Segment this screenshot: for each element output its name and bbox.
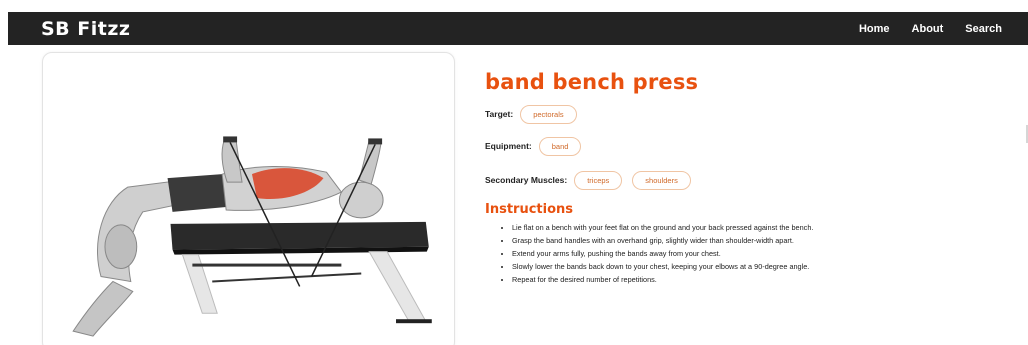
- instruction-step: Lie flat on a bench with your feet flat …: [512, 221, 1015, 234]
- nav-link-home[interactable]: Home: [859, 23, 890, 35]
- secondary-muscle-chip-triceps[interactable]: triceps: [574, 170, 623, 190]
- secondary-muscles-label: Secondary Muscles:: [485, 175, 568, 185]
- exercise-illustration-icon: [72, 136, 432, 337]
- nav-link-search[interactable]: Search: [965, 23, 1002, 35]
- instruction-step: Repeat for the desired number of repetit…: [512, 273, 1015, 286]
- secondary-muscles-row: Secondary Muscles: triceps shoulders: [485, 170, 1015, 190]
- target-row: Target: pectorals: [485, 104, 1015, 124]
- exercise-details: band bench press Target: pectorals Equip…: [485, 70, 1015, 286]
- target-chip[interactable]: pectorals: [520, 104, 577, 124]
- brand-logo[interactable]: SB Fitzz: [41, 18, 130, 40]
- nav-link-about[interactable]: About: [912, 23, 944, 35]
- equipment-row: Equipment: band: [485, 136, 1015, 156]
- secondary-muscle-chip-shoulders[interactable]: shoulders: [632, 170, 691, 190]
- exercise-title: band bench press: [485, 70, 699, 94]
- navbar: SB Fitzz Home About Search: [8, 12, 1028, 45]
- instructions-heading: Instructions: [485, 202, 574, 217]
- instruction-step: Slowly lower the bands back down to your…: [512, 260, 1015, 273]
- instructions-list: Lie flat on a bench with your feet flat …: [485, 221, 1015, 286]
- target-label: Target:: [485, 109, 514, 119]
- instruction-step: Extend your arms fully, pushing the band…: [512, 247, 1015, 260]
- instruction-step: Grasp the band handles with an overhand …: [512, 234, 1015, 247]
- exercise-image-card: [42, 52, 455, 345]
- equipment-label: Equipment:: [485, 141, 532, 151]
- nav-links: Home About Search: [859, 23, 1002, 35]
- equipment-chip[interactable]: band: [538, 136, 582, 156]
